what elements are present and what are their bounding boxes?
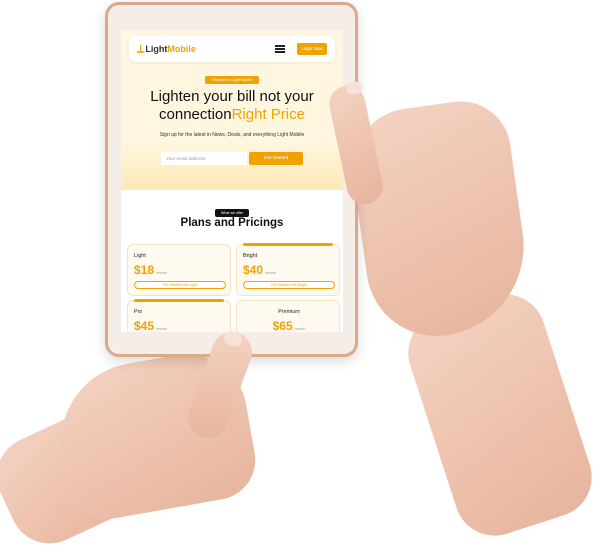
plan-name: Light <box>134 253 146 259</box>
logo-mark-icon: ⟂ <box>137 43 145 55</box>
hero-title-line1: Lighten your bill not your <box>150 88 314 105</box>
plans-title: Plans and Pricings <box>180 217 284 229</box>
hero-section: ⟂LightMobile Login Now Welcome to Light … <box>121 30 343 190</box>
plan-price: $65/month <box>272 319 306 332</box>
hamburger-menu-icon[interactable] <box>275 45 285 53</box>
plan-price: $18/month <box>134 263 167 277</box>
hero-subtitle: Sign up for the latest in News, Deals, a… <box>159 132 305 138</box>
logo-text-light: Light <box>145 44 168 54</box>
tablet-device: ⟂LightMobile Login Now Welcome to Light … <box>105 2 358 357</box>
hero-title: Lighten your bill not your connectionRig… <box>121 88 343 124</box>
logo-text-mobile: Mobile <box>167 44 196 54</box>
plan-name: Bright <box>243 253 258 259</box>
tablet-screen: ⟂LightMobile Login Now Welcome to Light … <box>121 30 343 332</box>
plan-card-light[interactable]: Light $18/month Get Started with Light <box>127 244 231 296</box>
plan-card-premium[interactable]: Premium $65/month <box>236 300 340 332</box>
plan-price: $40/month <box>243 263 276 277</box>
plan-price: $45/month <box>134 319 167 332</box>
plan-name: Premium <box>278 309 300 315</box>
email-signup: Get Started <box>161 152 303 165</box>
welcome-badge: Welcome to Light Mobile <box>205 76 259 84</box>
navbar: ⟂LightMobile Login Now <box>129 36 335 62</box>
login-button[interactable]: Login Now <box>297 43 327 55</box>
plan-card-pro[interactable]: Pro $45/month <box>127 299 231 332</box>
get-started-bright-button[interactable]: Get Started with Bright <box>243 281 335 289</box>
hero-title-line2: connection <box>159 106 232 123</box>
offer-badge: What we offer <box>215 209 249 217</box>
get-started-light-button[interactable]: Get Started with Light <box>134 281 226 289</box>
plan-highlight-bar <box>243 243 333 246</box>
plan-name: Pro <box>134 309 143 315</box>
logo[interactable]: ⟂LightMobile <box>137 43 196 56</box>
email-input[interactable] <box>161 152 247 165</box>
plan-highlight-bar <box>134 299 224 302</box>
get-started-button[interactable]: Get Started <box>249 152 303 165</box>
plan-card-bright[interactable]: Bright $40/month Get Started with Bright <box>236 243 340 296</box>
hero-title-accent: Right Price <box>231 106 305 123</box>
